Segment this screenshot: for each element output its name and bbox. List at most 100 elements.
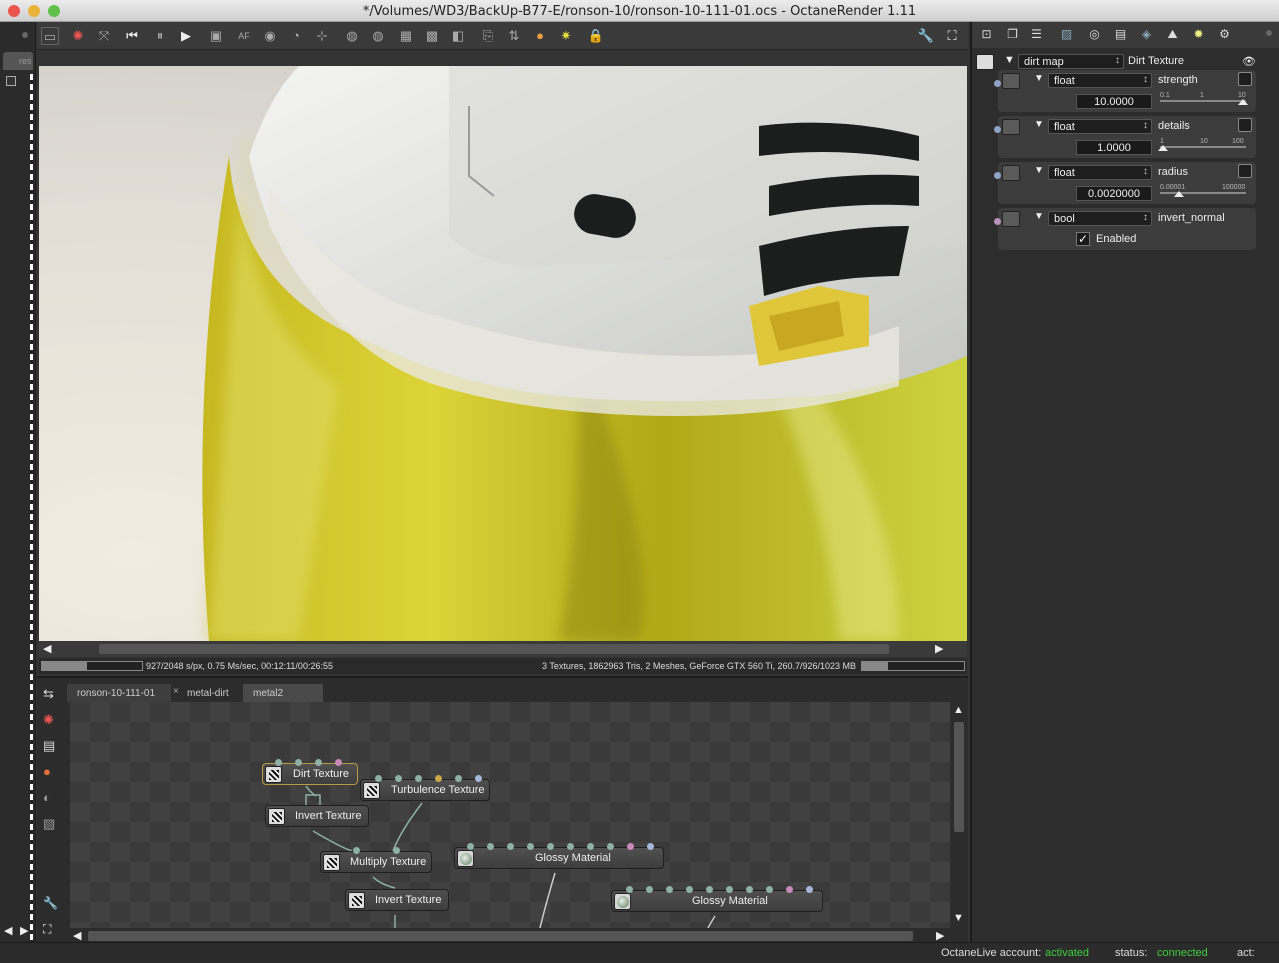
param-type-select[interactable]: float	[1048, 119, 1152, 134]
scroll-right-icon[interactable]: ▶	[20, 924, 28, 937]
node-pin[interactable]	[415, 775, 422, 782]
collapse-arrow-icon[interactable]: ▼	[1034, 165, 1044, 176]
collapse-icon[interactable]	[6, 76, 16, 86]
node-pin[interactable]	[335, 759, 342, 766]
region2-icon[interactable]: ◍	[369, 27, 387, 45]
node-invert-texture[interactable]: Invert Texture	[345, 889, 449, 911]
scroll-left-icon[interactable]: ◀	[43, 642, 51, 655]
rewind-icon[interactable]: ⏮	[123, 27, 141, 45]
node-pin[interactable]	[726, 886, 733, 893]
image-icon[interactable]: ▨	[1058, 26, 1075, 43]
node-pin[interactable]	[435, 775, 442, 782]
node-pin[interactable]	[275, 759, 282, 766]
curve-icon[interactable]	[1238, 118, 1252, 132]
node-pin[interactable]	[295, 759, 302, 766]
pin-icon[interactable]	[1266, 30, 1272, 36]
layers-icon[interactable]: ❐	[1004, 26, 1021, 43]
node-editor-vertical-scrollbar[interactable]: ▲ ▼	[951, 702, 967, 928]
node-pin[interactable]	[567, 843, 574, 850]
settings-icon[interactable]: ⚙	[1216, 26, 1233, 43]
param-type-select[interactable]: bool	[1048, 211, 1152, 226]
slider-thumb[interactable]	[1238, 99, 1248, 105]
close-tab-icon[interactable]: ×	[173, 686, 179, 697]
param-slider[interactable]: 1 10 100	[1158, 138, 1246, 152]
node-pin[interactable]	[686, 886, 693, 893]
node-pin[interactable]	[646, 886, 653, 893]
node-pin[interactable]	[487, 843, 494, 850]
node-invert-texture[interactable]: Invert Texture	[265, 805, 369, 827]
node-glossy-material[interactable]: Glossy Material	[611, 886, 823, 912]
stack-icon[interactable]: ☰	[1028, 26, 1045, 43]
node-pin[interactable]	[475, 775, 482, 782]
scroll-thumb[interactable]	[99, 644, 889, 654]
param-type-select[interactable]: float	[1048, 73, 1152, 88]
pin-icon[interactable]	[22, 32, 28, 38]
node-multiply-texture[interactable]: Multiply Texture	[320, 847, 432, 873]
param-pin[interactable]	[994, 126, 1001, 133]
tab-metal-dirt[interactable]: metal-dirt	[171, 684, 243, 702]
camera-icon[interactable]: ◎	[1086, 26, 1103, 43]
node-pin[interactable]	[647, 843, 654, 850]
slider-thumb[interactable]	[1174, 191, 1184, 197]
screen-icon[interactable]: ▣	[207, 27, 225, 45]
node-pin[interactable]	[547, 843, 554, 850]
node-pin[interactable]	[627, 843, 634, 850]
tab-metal2[interactable]: metal2	[243, 684, 323, 702]
scroll-down-icon[interactable]: ▼	[953, 912, 964, 924]
pick-icon[interactable]: ⊹	[313, 27, 331, 45]
node-dirt-texture[interactable]: Dirt Texture	[262, 759, 358, 785]
export-icon[interactable]: ⇅	[505, 27, 523, 45]
node-pin[interactable]	[806, 886, 813, 893]
collapse-arrow-icon[interactable]: ▼	[1034, 119, 1044, 130]
node-pin[interactable]	[706, 886, 713, 893]
param-value-input[interactable]: 1.0000	[1076, 140, 1152, 155]
fullscreen-icon[interactable]: ⛶	[943, 27, 961, 45]
eye-icon[interactable]: 👁	[1242, 55, 1256, 68]
copy-icon[interactable]: ⎘	[479, 27, 497, 45]
curve-icon[interactable]	[1238, 164, 1252, 178]
node-pin[interactable]	[766, 886, 773, 893]
play-icon[interactable]: ▶	[177, 27, 195, 45]
reorganize-icon[interactable]: ⇆	[43, 686, 54, 702]
invert-normal-checkbox[interactable]: ✓	[1076, 232, 1090, 246]
tab-ronson-10-111-01[interactable]: ronson-10-111-01	[67, 684, 171, 702]
param-pin[interactable]	[994, 80, 1001, 87]
node-glossy-material[interactable]: Glossy Material	[454, 843, 664, 869]
node-pin[interactable]	[587, 843, 594, 850]
node-turbulence-texture[interactable]: Turbulence Texture	[360, 775, 490, 801]
collapse-arrow-icon[interactable]: ▼	[1004, 54, 1015, 66]
param-slider[interactable]: 0.1 1 10	[1160, 92, 1248, 106]
light-icon[interactable]: ✹	[1190, 26, 1207, 43]
node-pin[interactable]	[666, 886, 673, 893]
lock-icon[interactable]: 🔒	[587, 27, 605, 45]
param-pin[interactable]	[994, 218, 1001, 225]
node-pin[interactable]	[467, 843, 474, 850]
reset-icon[interactable]: ✺	[43, 712, 54, 728]
node-pin[interactable]	[527, 843, 534, 850]
param-pin[interactable]	[994, 172, 1001, 179]
fit-icon[interactable]: ⤧	[95, 27, 113, 45]
node-name-select[interactable]: dirt map	[1018, 54, 1124, 69]
slider-thumb[interactable]	[1158, 145, 1168, 151]
split-icon[interactable]: ◧	[449, 27, 467, 45]
param-slider[interactable]: 0.00001 100000	[1160, 184, 1246, 198]
render-target-icon[interactable]: ⊡	[978, 26, 995, 43]
viewport-horizontal-scrollbar[interactable]: ◀ ▶	[39, 641, 967, 657]
node-pin[interactable]	[315, 759, 322, 766]
sphere-icon[interactable]: ●	[531, 27, 549, 45]
node-pin[interactable]	[375, 775, 382, 782]
film-icon[interactable]: ▤	[1112, 26, 1129, 43]
light-icon[interactable]: ✷	[557, 27, 575, 45]
checker-icon[interactable]: ▩	[423, 27, 441, 45]
node-pin[interactable]	[395, 775, 402, 782]
color-icon[interactable]: ◉	[261, 27, 279, 45]
splitter-handle[interactable]	[30, 74, 33, 944]
curve-icon[interactable]	[1238, 72, 1252, 86]
collapse-arrow-icon[interactable]: ▼	[1034, 211, 1044, 222]
environment-icon[interactable]: ◈	[1138, 26, 1155, 43]
pause-icon[interactable]: ⏸	[151, 27, 169, 45]
mesh-icon[interactable]: ▤	[43, 738, 55, 754]
param-value-input[interactable]: 10.0000	[1076, 94, 1152, 109]
scroll-up-icon[interactable]: ▲	[953, 704, 964, 716]
param-value-input[interactable]: 0.0020000	[1076, 186, 1152, 201]
